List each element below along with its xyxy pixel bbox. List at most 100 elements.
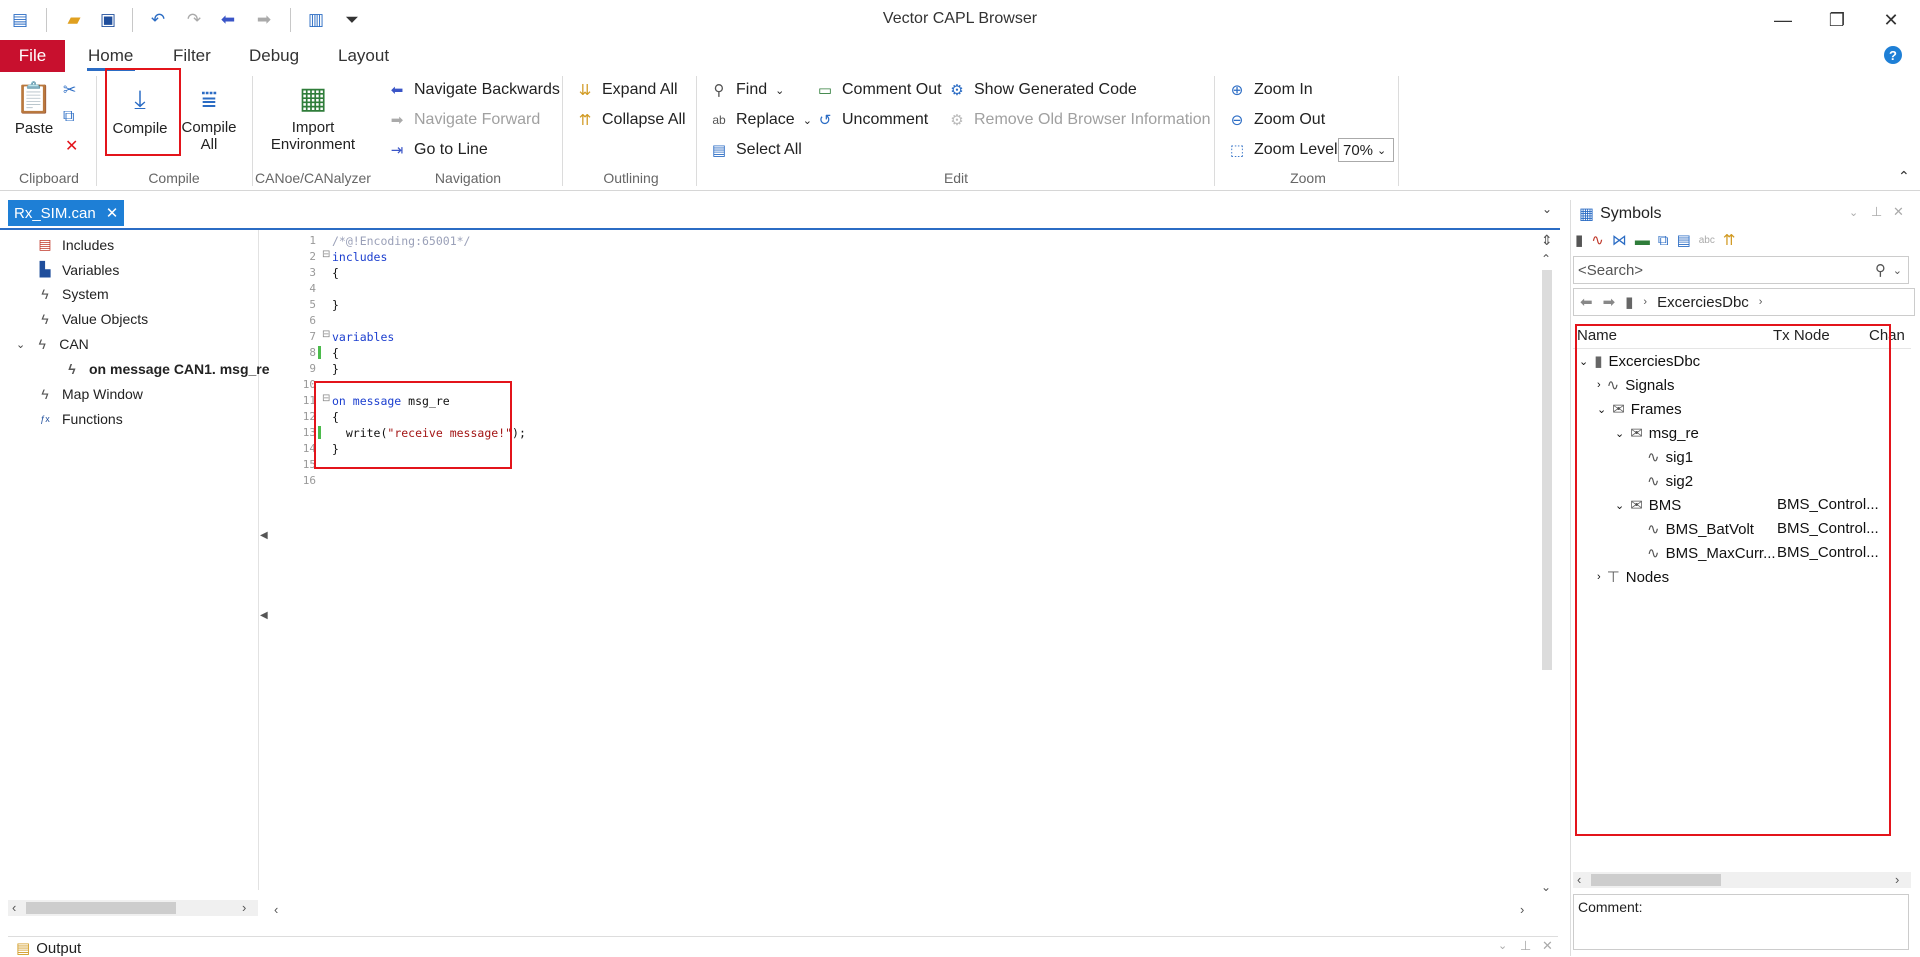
tree-item-functions[interactable]: ƒx Functions — [36, 411, 122, 427]
redo-icon[interactable]: ↷ — [182, 8, 206, 32]
collapse-panel-icon[interactable]: ◀ — [260, 610, 268, 621]
symbol-search-input[interactable]: <Search> ⚲ ⌄ — [1573, 256, 1909, 284]
code-editor[interactable]: 1 2 3 4 5 6 7 8 9 10 11 12 13 14 15 16 ⊟… — [270, 230, 1556, 918]
close-tab-icon[interactable]: ✕ — [106, 204, 119, 222]
horizontal-scrollbar[interactable]: ‹ › — [8, 900, 258, 916]
browse-icon[interactable]: ▥ — [304, 8, 328, 32]
panel-menu-icon[interactable]: ⌄ — [1849, 206, 1858, 219]
signal-icon[interactable]: ∿ — [1591, 231, 1604, 249]
document-tab[interactable]: Rx_SIM.can ✕ — [8, 200, 125, 226]
horizontal-scrollbar[interactable]: ‹ › — [1573, 872, 1911, 888]
remove-old-browser-info-button[interactable]: ⚙ Remove Old Browser Information — [948, 108, 1210, 132]
compile-all-button[interactable]: ⩸ Compile All — [178, 78, 240, 154]
comment-box[interactable]: Comment: — [1573, 894, 1909, 950]
tab-debug[interactable]: Debug — [249, 46, 299, 66]
tab-file[interactable]: File — [0, 40, 65, 72]
import-label-2: Environment — [270, 136, 356, 153]
copy-icon[interactable]: ⧉ — [63, 108, 74, 126]
split-icon[interactable]: ⇕ — [1541, 232, 1553, 249]
forward-icon[interactable]: ➡ — [252, 8, 276, 32]
chevron-down-icon[interactable]: ⌄ — [1893, 264, 1902, 277]
document-icon[interactable]: ▤ — [1677, 231, 1691, 249]
restore-button[interactable]: ❐ — [1814, 0, 1860, 40]
import-environment-button[interactable]: ▦ Import Environment — [262, 78, 364, 154]
scrollbar-thumb[interactable] — [26, 902, 176, 914]
fold-icon[interactable]: ⊟ — [322, 249, 330, 260]
collapse-all-button[interactable]: ⇈ Collapse All — [576, 108, 686, 132]
scrollbar-thumb[interactable] — [1542, 270, 1552, 670]
open-icon[interactable]: ▰ — [62, 8, 86, 32]
pin-icon[interactable]: ⊥ — [1871, 204, 1882, 220]
tab-layout[interactable]: Layout — [338, 46, 389, 66]
help-icon[interactable]: ? — [1884, 46, 1902, 64]
comment-out-button[interactable]: ▭ Comment Out — [816, 78, 942, 102]
tab-home[interactable]: Home — [88, 46, 133, 66]
back-icon[interactable]: ⬅ — [1580, 293, 1593, 311]
select-all-button[interactable]: ▤ Select All — [710, 138, 802, 162]
expand-all-button[interactable]: ⇊ Expand All — [576, 78, 678, 102]
delete-icon[interactable]: ✕ — [65, 136, 78, 156]
close-icon[interactable]: ✕ — [1542, 938, 1553, 954]
vertical-scrollbar[interactable]: ⇕ ⌃ ⌄ — [1538, 230, 1556, 902]
message-icon[interactable]: ▬ — [1635, 232, 1650, 249]
show-generated-code-button[interactable]: ⚙ Show Generated Code — [948, 78, 1137, 102]
new-icon[interactable]: ▤ — [8, 8, 32, 32]
group-label-zoom: Zoom — [1290, 170, 1326, 186]
scroll-right-icon[interactable]: › — [242, 900, 246, 915]
close-button[interactable]: ✕ — [1868, 0, 1914, 40]
customize-icon[interactable]: ⏷ — [340, 8, 364, 32]
back-icon[interactable]: ⬅ — [216, 8, 240, 32]
zoom-in-button[interactable]: ⊕ Zoom In — [1228, 78, 1313, 102]
undo-icon[interactable]: ↶ — [146, 8, 170, 32]
scroll-left-icon[interactable]: ‹ — [1577, 872, 1581, 887]
symbols-icon: ▦ — [1579, 206, 1595, 223]
go-to-line-button[interactable]: ⇥ Go to Line — [388, 138, 488, 162]
tab-filter[interactable]: Filter — [173, 46, 211, 66]
replace-button[interactable]: ab Replace ⌄ — [710, 108, 812, 132]
rename-icon[interactable]: abc — [1699, 235, 1715, 246]
scroll-left-icon[interactable]: ‹ — [274, 902, 278, 917]
zoom-level-select[interactable]: 70% ⌄ — [1338, 138, 1394, 162]
fold-icon[interactable]: ⊟ — [322, 329, 330, 340]
zoom-out-button[interactable]: ⊖ Zoom Out — [1228, 108, 1325, 132]
find-button[interactable]: ⚲ Find ⌄ — [710, 78, 785, 102]
scrollbar-thumb[interactable] — [1591, 874, 1721, 886]
mapping-icon[interactable]: ⋈ — [1612, 231, 1627, 249]
minimize-button[interactable]: — — [1760, 0, 1806, 40]
pin-icon[interactable]: ⊥ — [1520, 938, 1531, 954]
tree-item-on-message[interactable]: ϟ on message CAN1. msg_re — [63, 361, 269, 377]
uncomment-button[interactable]: ↺ Uncomment — [816, 108, 929, 132]
database-icon[interactable]: ▮ — [1575, 231, 1583, 249]
copy-icon[interactable]: ⧉ — [1658, 232, 1669, 249]
scroll-up-icon[interactable]: ⌃ — [1541, 252, 1551, 266]
scroll-left-icon[interactable]: ‹ — [12, 900, 16, 915]
binoculars-icon[interactable]: ⚲ — [1875, 261, 1886, 279]
code-line: } — [332, 298, 339, 312]
tree-item-includes[interactable]: ▤ Includes — [36, 236, 114, 253]
chevron-down-icon[interactable]: ⌄ — [16, 338, 25, 351]
scroll-right-icon[interactable]: › — [1520, 902, 1524, 917]
tab-list-icon[interactable]: ⌄ — [1542, 202, 1552, 216]
go-to-line-label: Go to Line — [414, 141, 488, 158]
tree-item-variables[interactable]: ▙ Variables — [36, 261, 120, 278]
tree-item-map-window[interactable]: ϟ Map Window — [36, 386, 143, 402]
navigate-backwards-button[interactable]: ⬅ Navigate Backwards — [388, 78, 560, 102]
paste-button[interactable]: 📋 Paste — [10, 78, 58, 137]
collapse-ribbon-icon[interactable]: ⌃ — [1898, 168, 1910, 185]
close-icon[interactable]: ✕ — [1893, 204, 1904, 220]
scroll-right-icon[interactable]: › — [1895, 872, 1899, 887]
breadcrumb-item[interactable]: ExcerciesDbc — [1657, 294, 1749, 311]
cut-icon[interactable]: ✂ — [63, 80, 76, 100]
tree-item-can[interactable]: ⌄ ϟ CAN — [16, 336, 89, 352]
scroll-down-icon[interactable]: ⌄ — [1541, 880, 1551, 894]
panel-menu-icon[interactable]: ⌄ — [1498, 939, 1507, 952]
collapse-icon[interactable]: ⇈ — [1723, 231, 1736, 249]
tree-item-value-objects[interactable]: ϟ Value Objects — [36, 311, 148, 327]
save-icon[interactable]: ▣ — [96, 8, 120, 32]
includes-icon: ▤ — [38, 236, 52, 252]
forward-icon[interactable]: ➡ — [1603, 293, 1616, 311]
horizontal-scrollbar[interactable]: ‹ › — [270, 902, 1538, 918]
navigate-forward-button[interactable]: ➡ Navigate Forward — [388, 108, 541, 132]
tree-item-system[interactable]: ϟ System — [36, 286, 108, 302]
collapse-panel-icon[interactable]: ◀ — [260, 530, 268, 541]
